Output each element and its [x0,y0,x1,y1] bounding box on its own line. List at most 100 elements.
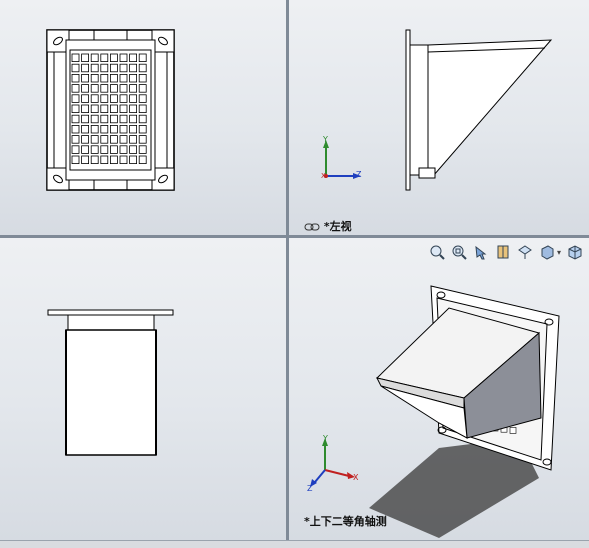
grille-cell [110,135,118,144]
grille-cell [119,74,128,83]
grille-cell [129,125,138,134]
grille-cell [90,74,99,83]
zoom-to-fit-icon[interactable] [429,244,445,260]
view-orientation-icon[interactable] [517,244,533,260]
grille-cell [71,94,80,103]
grille-cell [509,427,517,434]
grille-cell [129,145,138,154]
axis-x-label: X [321,172,326,180]
grille-cell [71,74,80,83]
vertical-splitter[interactable] [286,0,289,540]
grille-cell [110,53,118,62]
chevron-down-icon[interactable]: ▾ [557,248,561,257]
grille-cell [100,63,109,73]
viewport-isometric[interactable]: ▾ Y X Z *上下二等角轴测 [289,238,589,540]
grille-cell [119,145,128,154]
grille-cell [81,74,89,83]
grille-cell [138,114,147,124]
grille-cell [119,84,128,93]
grille-cell [138,145,147,154]
grille-cell [129,53,138,62]
viewport-top-view[interactable] [0,238,286,540]
grille-cell [119,135,128,144]
grille-cell [138,155,147,164]
grille-cell [81,114,89,124]
grille-cell [71,63,80,73]
grille-cell [90,114,99,124]
grille-cell [90,155,99,164]
grille-cell [81,155,89,164]
grille-cell [119,63,128,73]
grille-cell [129,94,138,103]
grille-cell [119,104,128,113]
axis-z-label: Z [356,170,362,179]
grille-cell [81,104,89,113]
grille-cell [138,53,147,62]
grille-cell [129,155,138,164]
grille-cell [110,94,118,103]
grille-cell [138,125,147,134]
grille-cell [90,104,99,113]
grille-cell [71,155,80,164]
grille-cell [100,104,109,113]
grille-cell [138,104,147,113]
grille-cell [110,155,118,164]
front-view-drawing [46,29,175,191]
grille-cell [90,63,99,73]
grille-cell [100,135,109,144]
coordinate-triad-icon [310,438,355,487]
grille-cell [119,53,128,62]
grille-cell [100,53,109,62]
grille-cell [71,125,80,134]
grille-cell [110,114,118,124]
grille-cell [71,135,80,144]
grille-cell [110,125,118,134]
grille-cell [119,125,128,134]
section-view-icon[interactable] [495,244,511,260]
grille-cell [129,84,138,93]
grille-cell [100,114,109,124]
isometric-drawing [369,285,560,538]
axis-z-label: Z [307,484,313,493]
grille-cell [138,84,147,93]
horizontal-splitter[interactable] [0,235,589,238]
grille-cell [119,114,128,124]
hide-show-items-icon[interactable] [567,244,583,260]
view-name-text: *左视 [323,220,352,233]
grille-cell [81,94,89,103]
grille-cell [81,145,89,154]
grille-cell [90,84,99,93]
grille-cell [129,104,138,113]
axis-y-label: Y [323,434,328,443]
zoom-to-area-icon[interactable] [451,244,467,260]
grille-cell [110,63,118,73]
grille-cell [71,53,80,62]
grille-cell [100,125,109,134]
grille-cell [110,145,118,154]
grille-cell [110,104,118,113]
viewport-left-view[interactable]: Y Z X *左视 [289,0,589,235]
viewport-front[interactable] [0,0,286,235]
grille-cell [129,74,138,83]
grille-cell [81,135,89,144]
grille-cell [138,74,147,83]
grille-cell [81,53,89,62]
previous-view-icon[interactable] [473,244,489,260]
grille-cell [81,84,89,93]
grille-cell [71,84,80,93]
grille-cell [100,145,109,154]
viewport-label: *上下二等角轴测 [304,515,387,528]
axis-x-label: X [353,473,359,482]
grille-cell [100,84,109,93]
grille-cell [71,145,80,154]
grille-cell [119,94,128,103]
top-view-drawing [47,309,174,456]
grille-cell [90,94,99,103]
grille-cell [110,84,118,93]
left-view-drawing [405,29,553,191]
grille-cell [129,63,138,73]
link-view-icon [304,223,320,231]
display-style-icon[interactable] [539,244,555,260]
view-toolbar: ▾ [429,244,583,260]
grille-cell [129,135,138,144]
